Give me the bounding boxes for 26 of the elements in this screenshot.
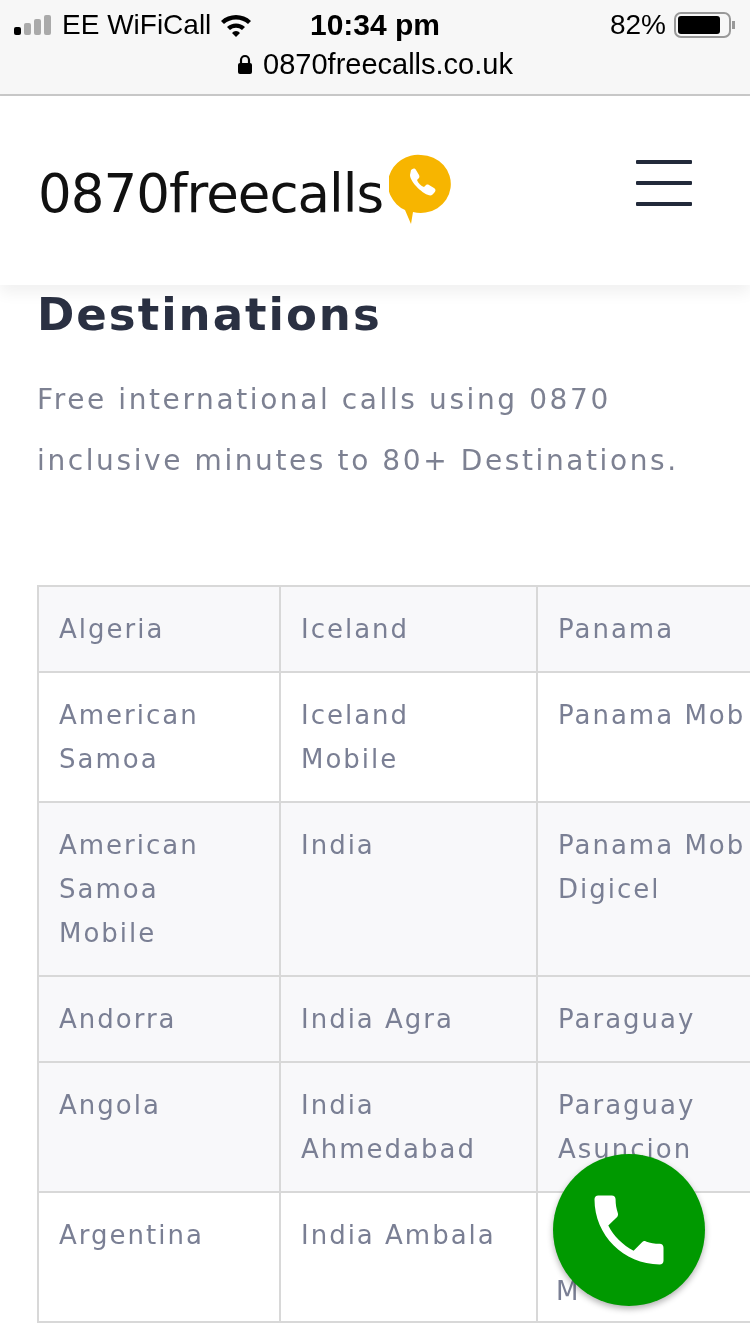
destination-cell: Angola [38,1062,280,1192]
phone-bubble-icon [389,152,454,225]
intro-text: Free international calls using 0870 inclusive minutes to 80+ Destinations. [37,382,680,479]
destination-cell: American Samoa Mobile [38,802,280,976]
destination-cell: Andorra [38,976,280,1062]
destination-cell: India Agra [280,976,537,1062]
destination-cell: India Ahmedabad [280,1062,537,1192]
carrier-name: EE WiFiCall [62,9,212,41]
signal-icon [14,15,54,35]
battery-icon [674,11,736,39]
menu-button[interactable] [636,159,692,206]
destination-cell: Paraguay [537,976,750,1062]
battery-percent: 82% [609,9,666,41]
page-title: Destinations [37,287,383,343]
clock-time: 10:34 pm [309,8,441,42]
destination-cell: Argentina [38,1192,280,1322]
destination-cell: India Ambala [280,1192,537,1322]
site-logo[interactable]: 0870freecalls [38,162,384,224]
url-text[interactable]: 0870freecalls.co.uk [263,47,513,81]
destination-cell: Iceland [280,586,537,672]
destination-cell: Algeria [38,586,280,672]
wifi-icon [219,12,254,38]
destination-cell: Panama [537,586,750,672]
destination-cell: India [280,802,537,976]
destination-cell: Panama Mob Digicel [537,802,750,976]
lock-icon [237,54,254,74]
